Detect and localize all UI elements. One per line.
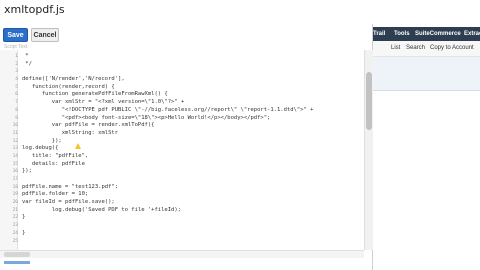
- line-number: 9: [15, 115, 18, 121]
- code-line: 25: [13, 238, 364, 246]
- code-line: 21 log.debug('Saved PDF to file '+fileId…: [13, 206, 364, 215]
- vertical-scrollbar[interactable]: [364, 50, 373, 250]
- code-line: 15 details: pdfFile: [13, 160, 364, 169]
- code-text: function(render,record) {: [22, 83, 115, 90]
- background-netsuite-page: Trail Tools SuiteCommerce Extract List S…: [373, 0, 480, 270]
- code-editor[interactable]: 1 * 2 */3 4 define(['N/render','N/record'],…: [0, 50, 364, 250]
- code-line: 7 var xmlStr = "<?xml version=\"1.0\"?>"…: [15, 99, 364, 107]
- code-lines: 1 * 2 */3 4 define(['N/render','N/record'],…: [13, 53, 364, 246]
- code-line: 6 function generatePdfFileFromRawXml() {: [15, 91, 364, 99]
- line-number: 22: [12, 215, 18, 221]
- code-line: 13 log.debug({: [13, 145, 364, 153]
- line-number: 4: [15, 77, 18, 83]
- line-number: 3: [15, 69, 18, 75]
- code-line: 17: [13, 176, 364, 184]
- top-navigation: Trail Tools SuiteCommerce Extract: [373, 27, 480, 41]
- line-number: 12: [12, 138, 18, 144]
- list-link[interactable]: List: [391, 45, 400, 51]
- code-text: xmlString: xmlStr: [22, 129, 119, 136]
- line-number: 1: [15, 54, 18, 59]
- code-text: pdfFile.name = "test123.pdf";: [22, 183, 119, 190]
- line-number: 20: [12, 200, 18, 206]
- file-name: xmltopdf.js: [4, 3, 65, 16]
- line-number: 13: [12, 146, 18, 152]
- code-text: */: [22, 60, 32, 67]
- save-button[interactable]: Save: [3, 28, 28, 42]
- record-toolbar: List Search Copy to Account: [373, 41, 480, 57]
- code-text: var pdfFile = render.xmlToPdf({: [22, 122, 155, 129]
- horizontal-scroll-thumb[interactable]: [4, 252, 30, 257]
- code-text: define(['N/render','N/record'],: [22, 76, 125, 83]
- code-line: 1 *: [15, 53, 364, 61]
- nav-item-trail[interactable]: Trail: [373, 27, 385, 41]
- line-number: 5: [15, 84, 18, 90]
- code-text: }: [22, 229, 26, 236]
- line-number: 7: [15, 100, 18, 106]
- code-line: 12 });: [13, 137, 364, 146]
- code-line: 11 xmlString: xmlStr: [13, 129, 364, 138]
- code-line: 4 define(['N/render','N/record'],: [15, 76, 364, 84]
- editor-actions: Save Cancel: [0, 28, 373, 44]
- nav-item-tools[interactable]: Tools: [394, 27, 410, 41]
- code-text: title: "pdfFile",: [22, 152, 89, 159]
- editor-title-bar: xmltopdf.js: [0, 0, 373, 24]
- code-text: log.debug('Saved PDF to file '+fileId);: [22, 206, 181, 213]
- code-line: 10 var pdfFile = render.xmlToPdf({: [13, 122, 364, 130]
- code-text: });: [22, 168, 32, 175]
- code-line: 14 title: "pdfFile",: [13, 152, 364, 161]
- code-line: 16});: [13, 168, 364, 176]
- status-indicator: [4, 261, 30, 264]
- code-line: 22}: [13, 214, 364, 222]
- line-number: 23: [12, 223, 18, 229]
- search-link[interactable]: Search: [406, 45, 425, 51]
- record-header-panel: [373, 57, 480, 91]
- line-number: 19: [12, 192, 18, 198]
- code-text: "<pdf><body font-size=\"18\"><p>Hello Wo…: [22, 114, 271, 121]
- line-number: 18: [12, 184, 18, 190]
- code-line: 18 pdfFile.name = "test123.pdf";: [13, 183, 364, 192]
- code-line: 9 "<pdf><body font-size=\"18\"><p>Hello …: [15, 114, 364, 123]
- code-text: *: [22, 53, 29, 59]
- screen: xmltopdf.js Save Cancel Script Text 1 * 2…: [0, 0, 480, 270]
- code-line: 5 function(render,record) {: [15, 83, 364, 92]
- line-number: 25: [12, 238, 18, 244]
- code-text: log.debug({: [22, 145, 59, 152]
- line-number: 14: [12, 153, 18, 159]
- code-line: 2 */: [15, 60, 364, 69]
- line-number: 11: [12, 130, 18, 136]
- mouse-cursor-icon: [75, 143, 81, 149]
- code-text: details: pdfFile: [22, 160, 85, 167]
- code-line: 19 pdfFile.folder = 10;: [13, 191, 364, 199]
- line-number: 17: [12, 177, 18, 182]
- code-line: 24}: [13, 229, 364, 238]
- code-line: 20 var fileId = pdfFile.save();: [13, 199, 364, 207]
- line-number: 10: [12, 123, 18, 129]
- line-number: 2: [15, 61, 18, 67]
- code-line: 8 "<!DOCTYPE pdf PUBLIC \"-//big.faceles…: [15, 106, 364, 115]
- code-text: function generatePdfFileFromRawXml() {: [22, 91, 168, 98]
- horizontal-scrollbar[interactable]: [0, 250, 364, 258]
- line-number: 8: [15, 107, 18, 113]
- code-text: });: [22, 137, 62, 144]
- script-editor-window: xmltopdf.js Save Cancel Script Text 1 * 2…: [0, 0, 373, 270]
- code-line: 23: [13, 222, 364, 230]
- nav-item-suitecommerce[interactable]: SuiteCommerce: [415, 27, 461, 41]
- line-number: 15: [12, 161, 18, 167]
- code-text: }: [22, 214, 26, 221]
- code-text: var fileId = pdfFile.save();: [22, 199, 115, 206]
- nav-item-extract[interactable]: Extract: [464, 27, 480, 41]
- line-number: 24: [12, 230, 18, 236]
- line-number: 6: [15, 92, 18, 98]
- vertical-scroll-thumb[interactable]: [366, 72, 372, 130]
- line-number: 16: [12, 169, 18, 175]
- copy-to-account-link[interactable]: Copy to Account: [430, 45, 474, 51]
- code-text: pdfFile.folder = 10;: [22, 191, 89, 198]
- line-number: 21: [12, 207, 18, 213]
- code-text: "<!DOCTYPE pdf PUBLIC \"-//big.faceless.…: [22, 106, 314, 113]
- code-line: 3: [15, 68, 364, 76]
- code-text: var xmlStr = "<?xml version=\"1.0\"?>" +: [22, 99, 185, 106]
- cancel-button[interactable]: Cancel: [31, 28, 59, 42]
